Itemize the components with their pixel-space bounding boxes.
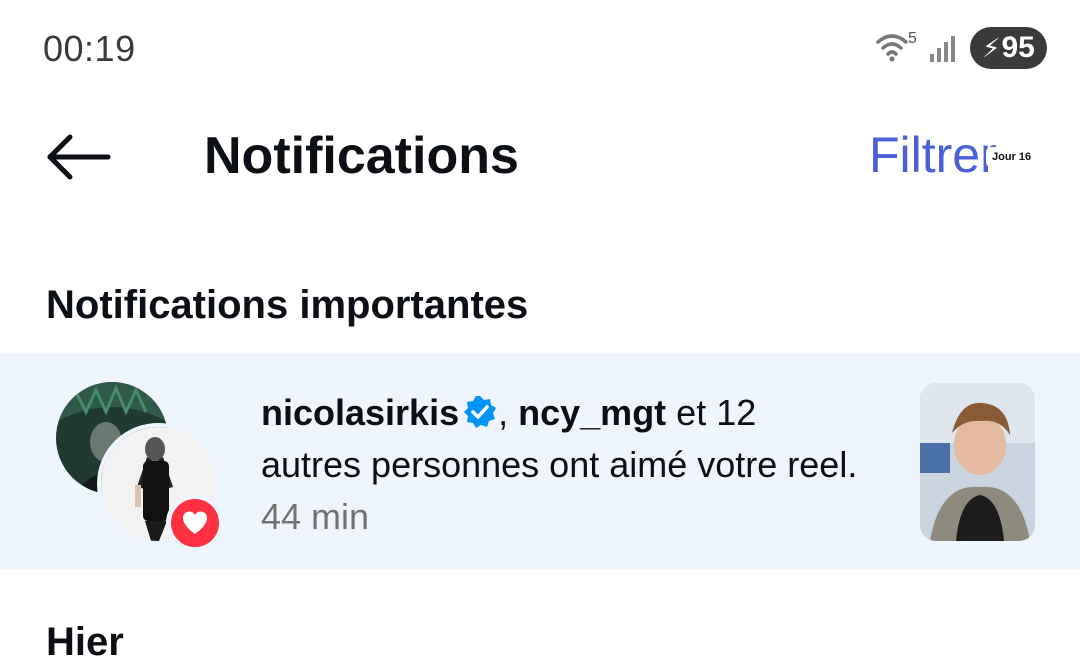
filter-button[interactable]: Filtrer: [869, 126, 997, 184]
thumbnail-label: Jour 16: [986, 147, 1038, 167]
reel-thumbnail[interactable]: [920, 383, 1035, 541]
page-title: Notifications: [204, 127, 519, 185]
others-count: et 12: [666, 392, 757, 433]
notification-body: autres personnes ont aimé votre reel.: [261, 444, 858, 485]
notification-time: 44 min: [261, 496, 370, 537]
section-title-yesterday: Hier: [46, 620, 124, 664]
battery-level: 95: [1001, 31, 1035, 64]
username-link[interactable]: ncy_mgt: [518, 392, 666, 433]
separator: ,: [498, 392, 519, 433]
arrow-left-icon[interactable]: [44, 131, 112, 183]
username-link[interactable]: nicolasirkis: [261, 392, 459, 433]
bolt-icon: ⚡: [982, 32, 1001, 63]
signal-icon: [930, 36, 955, 62]
status-time: 00:19: [43, 28, 136, 69]
header: Notifications Filtrer: [0, 96, 1080, 216]
notification-item[interactable]: nicolasirkis , ncy_mgt et 12 autres perso…: [0, 353, 1080, 569]
section-title-important: Notifications importantes: [46, 283, 529, 327]
wifi-badge: 5: [908, 30, 917, 47]
status-bar: 00:19 5 ⚡ 95: [0, 0, 1080, 96]
battery-charging-icon: ⚡ 95: [970, 27, 1047, 69]
heart-icon: [166, 494, 224, 552]
notification-text: nicolasirkis , ncy_mgt et 12 autres perso…: [261, 387, 881, 543]
wifi-icon: 5: [876, 30, 917, 62]
verified-badge-icon: [464, 396, 497, 428]
